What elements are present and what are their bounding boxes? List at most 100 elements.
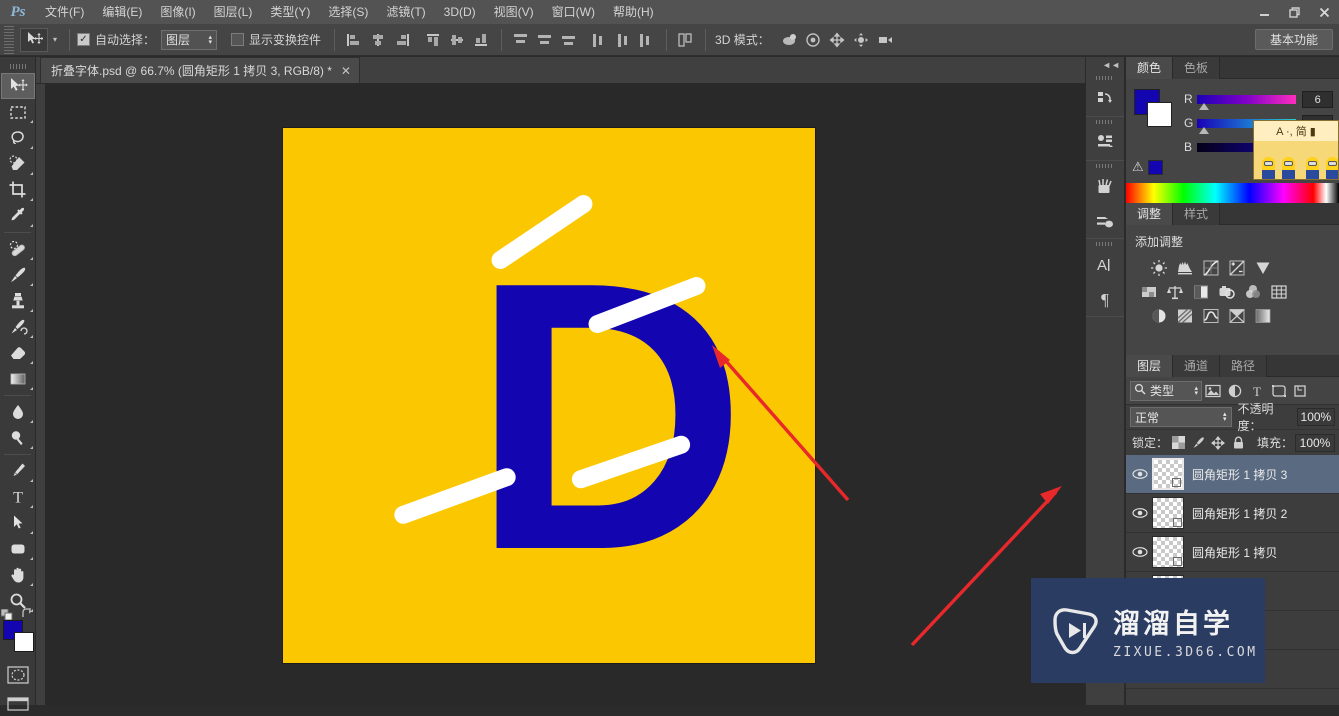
workspace-switcher-button[interactable]: 基本功能: [1254, 29, 1333, 50]
tool-eyedropper[interactable]: [1, 203, 35, 229]
tab-layers[interactable]: 图层: [1126, 355, 1174, 377]
tab-color[interactable]: 颜色: [1126, 57, 1174, 79]
scale-3d-object-icon[interactable]: [874, 28, 898, 52]
move-tool-icon[interactable]: [20, 27, 48, 52]
tab-adjustments[interactable]: 调整: [1126, 203, 1174, 225]
gradient-map-icon[interactable]: [1250, 304, 1276, 328]
layer-thumbnail[interactable]: [1152, 536, 1184, 568]
dock-group-grip[interactable]: [1086, 73, 1124, 82]
filter-shape-icon[interactable]: [1268, 380, 1290, 402]
menu-window[interactable]: 窗口(W): [543, 0, 604, 24]
in-gamut-color-swatch[interactable]: [1147, 159, 1163, 175]
distribute-vertical-centers-button[interactable]: [533, 28, 557, 52]
auto-align-layers-button[interactable]: [674, 28, 698, 52]
align-horizontal-centers-button[interactable]: [366, 28, 390, 52]
distribute-horizontal-centers-button[interactable]: [611, 28, 635, 52]
screen-mode-toggle[interactable]: [1, 692, 35, 716]
lock-all-icon[interactable]: [1228, 433, 1248, 453]
lock-position-icon[interactable]: [1208, 433, 1228, 453]
menu-3d[interactable]: 3D(D): [435, 0, 485, 24]
layer-filter-type-dropdown[interactable]: 类型 ▴ ▾: [1130, 380, 1202, 401]
menu-edit[interactable]: 编辑(E): [93, 0, 151, 24]
distribute-right-edges-button[interactable]: [635, 28, 659, 52]
exposure-icon[interactable]: [1224, 256, 1250, 280]
tab-channels[interactable]: 通道: [1173, 355, 1221, 377]
tab-styles[interactable]: 样式: [1173, 203, 1221, 225]
menu-help[interactable]: 帮助(H): [604, 0, 663, 24]
align-left-edges-button[interactable]: [342, 28, 366, 52]
layer-thumbnail[interactable]: [1152, 458, 1184, 490]
tool-lasso[interactable]: [1, 125, 35, 151]
channel-mixer-icon[interactable]: [1240, 280, 1266, 304]
brush-panel-icon[interactable]: [1086, 204, 1124, 238]
tool-crop[interactable]: [1, 177, 35, 203]
slider-thumb[interactable]: [1198, 126, 1209, 134]
tool-blur[interactable]: [1, 399, 35, 425]
menu-view[interactable]: 视图(V): [485, 0, 543, 24]
filter-type-icon[interactable]: T: [1246, 380, 1268, 402]
tool-hand[interactable]: [1, 562, 35, 588]
menu-filter[interactable]: 滤镜(T): [377, 0, 434, 24]
collapse-panels-icon[interactable]: ◄◄: [1086, 57, 1124, 73]
close-button[interactable]: [1309, 0, 1339, 24]
tool-rounded-rectangle[interactable]: [1, 536, 35, 562]
levels-icon[interactable]: [1172, 256, 1198, 280]
layer-row-1[interactable]: 圆角矩形 1 拷贝 3: [1126, 455, 1339, 494]
photo-filter-icon[interactable]: [1214, 280, 1240, 304]
menu-select[interactable]: 选择(S): [319, 0, 377, 24]
out-of-gamut-warning[interactable]: ⚠: [1132, 159, 1163, 175]
roll-3d-object-icon[interactable]: [802, 28, 826, 52]
channel-slider-r[interactable]: [1196, 94, 1297, 110]
tab-paths[interactable]: 路径: [1220, 355, 1268, 377]
history-panel-icon[interactable]: [1086, 82, 1124, 116]
menu-file[interactable]: 文件(F): [36, 0, 93, 24]
filter-pixel-icon[interactable]: [1202, 380, 1224, 402]
layer-thumbnail[interactable]: [1152, 497, 1184, 529]
lock-image-pixels-icon[interactable]: [1188, 433, 1208, 453]
vibrance-icon[interactable]: [1250, 256, 1276, 280]
brightness-contrast-icon[interactable]: [1146, 256, 1172, 280]
artboard[interactable]: D: [282, 127, 816, 664]
quick-mask-toggle[interactable]: [1, 663, 35, 687]
distribute-bottom-edges-button[interactable]: [557, 28, 581, 52]
lock-transparent-pixels-icon[interactable]: [1168, 433, 1188, 453]
tool-dodge[interactable]: [1, 425, 35, 451]
blend-mode-dropdown[interactable]: 正常 ▴ ▾: [1130, 407, 1232, 427]
canvas-area[interactable]: D: [46, 84, 1085, 705]
layer-visibility-toggle[interactable]: [1128, 455, 1152, 494]
paragraph-panel-icon[interactable]: ¶: [1086, 282, 1124, 316]
minimize-button[interactable]: [1249, 0, 1279, 24]
color-lookup-icon[interactable]: [1266, 280, 1292, 304]
align-right-edges-button[interactable]: [390, 28, 414, 52]
align-vertical-centers-button[interactable]: [446, 28, 470, 52]
black-white-icon[interactable]: [1188, 280, 1214, 304]
dock-group-grip[interactable]: [1086, 239, 1124, 248]
slider-thumb[interactable]: [1198, 102, 1209, 110]
layer-visibility-toggle[interactable]: [1128, 494, 1152, 533]
tool-spot-healing-brush[interactable]: [1, 236, 35, 262]
distribute-top-edges-button[interactable]: [509, 28, 533, 52]
tools-panel-grip[interactable]: [0, 59, 35, 73]
fill-value[interactable]: 100%: [1295, 433, 1335, 452]
pan-3d-object-icon[interactable]: [826, 28, 850, 52]
align-bottom-edges-button[interactable]: [470, 28, 494, 52]
dock-group-grip[interactable]: [1086, 117, 1124, 126]
actions-panel-icon[interactable]: [1086, 126, 1124, 160]
options-bar-grip[interactable]: [0, 23, 14, 56]
auto-select-checkbox[interactable]: ✓: [77, 33, 90, 46]
threshold-icon[interactable]: [1198, 304, 1224, 328]
tool-eraser[interactable]: [1, 340, 35, 366]
posterize-icon[interactable]: [1172, 304, 1198, 328]
color-balance-icon[interactable]: [1162, 280, 1188, 304]
channel-value-r[interactable]: 6: [1302, 90, 1334, 108]
layer-row-3[interactable]: 圆角矩形 1 拷贝: [1126, 533, 1339, 572]
tab-swatches[interactable]: 色板: [1173, 57, 1221, 79]
align-top-edges-button[interactable]: [422, 28, 446, 52]
slide-3d-object-icon[interactable]: [850, 28, 874, 52]
opacity-value[interactable]: 100%: [1296, 408, 1335, 426]
tool-quick-selection[interactable]: [1, 151, 35, 177]
menu-type[interactable]: 类型(Y): [261, 0, 319, 24]
selective-color-icon[interactable]: [1224, 304, 1250, 328]
background-color-swatch[interactable]: [14, 632, 34, 652]
layer-row-2[interactable]: 圆角矩形 1 拷贝 2: [1126, 494, 1339, 533]
